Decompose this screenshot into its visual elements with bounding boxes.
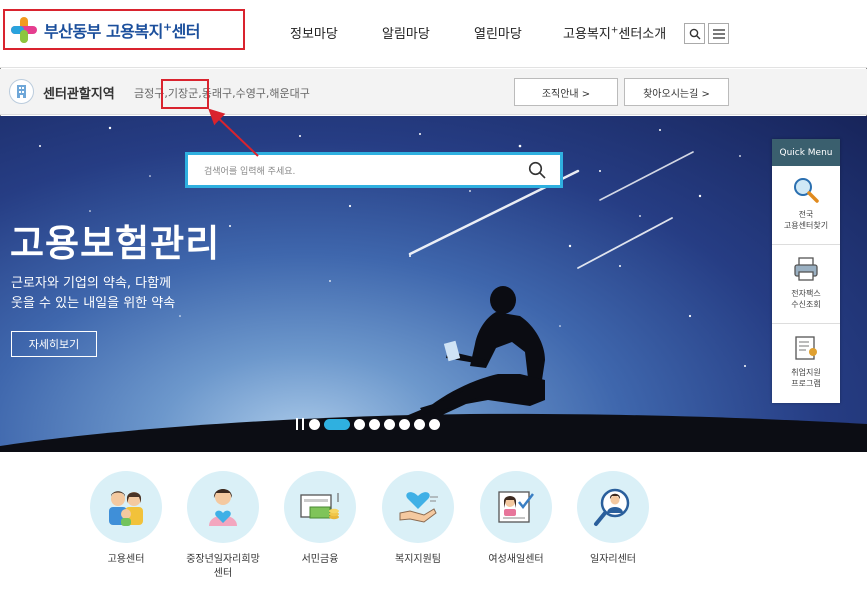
woman-check-icon bbox=[498, 491, 534, 523]
search-icon bbox=[689, 28, 700, 39]
job-search-icon bbox=[594, 488, 630, 526]
main-nav: 정보마당 알림마당 열린마당 고용복지+센터소개 bbox=[0, 23, 867, 43]
quick-menu-title: Quick Menu bbox=[772, 139, 840, 166]
nav-about[interactable]: 고용복지+센터소개 bbox=[563, 23, 666, 42]
slide-dot[interactable] bbox=[429, 418, 440, 430]
nav-info[interactable]: 정보마당 bbox=[290, 23, 338, 42]
quick-menu: Quick Menu 전국 고용센터찾기 전자팩스 수신조회 취업지원 프로그램 bbox=[772, 139, 840, 403]
fax-icon bbox=[794, 257, 818, 281]
nav-open[interactable]: 열린마당 bbox=[474, 23, 522, 42]
menu-button[interactable] bbox=[708, 23, 729, 44]
slide-dot[interactable] bbox=[309, 418, 320, 430]
quick-item-find-center[interactable]: 전국 고용센터찾기 bbox=[772, 166, 840, 245]
hamburger-icon bbox=[712, 28, 725, 39]
quick-item-fax[interactable]: 전자팩스 수신조회 bbox=[772, 245, 840, 324]
finance-icon bbox=[300, 493, 339, 520]
hero-detail-button[interactable]: 자세히보기 bbox=[11, 331, 97, 357]
jurisdiction-bar: 센터관할지역 금정구,기장군,동래구,수영구,해운대구 bbox=[0, 69, 867, 115]
building-icon bbox=[9, 79, 34, 104]
hero-banner: 검색어를 입력해 주세요. 고용보험관리 근로자와 기업의 약속, 다함께 웃을… bbox=[0, 116, 867, 452]
pause-icon[interactable] bbox=[296, 418, 304, 430]
service-welfare-team[interactable]: 복지지원팀 bbox=[373, 471, 463, 567]
annotation-arrow-icon bbox=[208, 108, 259, 157]
service-finance[interactable]: 서민금융 bbox=[275, 471, 365, 567]
site-header: 부산동부 고용복지+센터 정보마당 알림마당 열린마당 고용복지+센터소개 bbox=[0, 0, 867, 68]
hero-subtitle: 근로자와 기업의 약속, 다함께 웃을 수 있는 내일을 위한 약속 bbox=[11, 276, 176, 311]
service-employment-center[interactable]: 고용센터 bbox=[81, 471, 171, 567]
search-button[interactable] bbox=[684, 23, 705, 44]
hero-title: 고용보험관리 bbox=[10, 222, 221, 265]
slide-pagination bbox=[296, 417, 444, 431]
service-midage-center[interactable]: 중장년일자리희망 센터 bbox=[178, 471, 268, 581]
service-job-center[interactable]: 일자리센터 bbox=[568, 471, 658, 567]
slide-dot-active[interactable] bbox=[324, 418, 350, 430]
directions-button[interactable]: 찾아오시는길 > bbox=[624, 78, 729, 106]
hero-search-input[interactable]: 검색어를 입력해 주세요. bbox=[204, 164, 295, 177]
family-icon bbox=[109, 491, 143, 526]
magnifier-icon bbox=[794, 178, 819, 203]
certificate-icon bbox=[795, 336, 817, 360]
slide-dot[interactable] bbox=[369, 418, 380, 430]
service-women-center[interactable]: 여성새일센터 bbox=[471, 471, 561, 567]
slide-dot[interactable] bbox=[414, 418, 425, 430]
nav-notice[interactable]: 알림마당 bbox=[382, 23, 430, 42]
organization-button[interactable]: 조직안내 > bbox=[514, 78, 618, 106]
heart-hand-icon bbox=[399, 492, 438, 523]
slide-dot[interactable] bbox=[354, 418, 365, 430]
heart-person-icon bbox=[209, 489, 237, 526]
service-links: 고용센터 중장년일자리희망 센터 서민금융 복지지원팀 여성새일센터 일자리센터 bbox=[0, 452, 867, 590]
search-icon[interactable] bbox=[528, 161, 546, 179]
slide-dot[interactable] bbox=[384, 418, 395, 430]
quick-item-program[interactable]: 취업지원 프로그램 bbox=[772, 324, 840, 403]
slide-dot[interactable] bbox=[399, 418, 410, 430]
jurisdiction-title: 센터관할지역 bbox=[43, 87, 115, 102]
